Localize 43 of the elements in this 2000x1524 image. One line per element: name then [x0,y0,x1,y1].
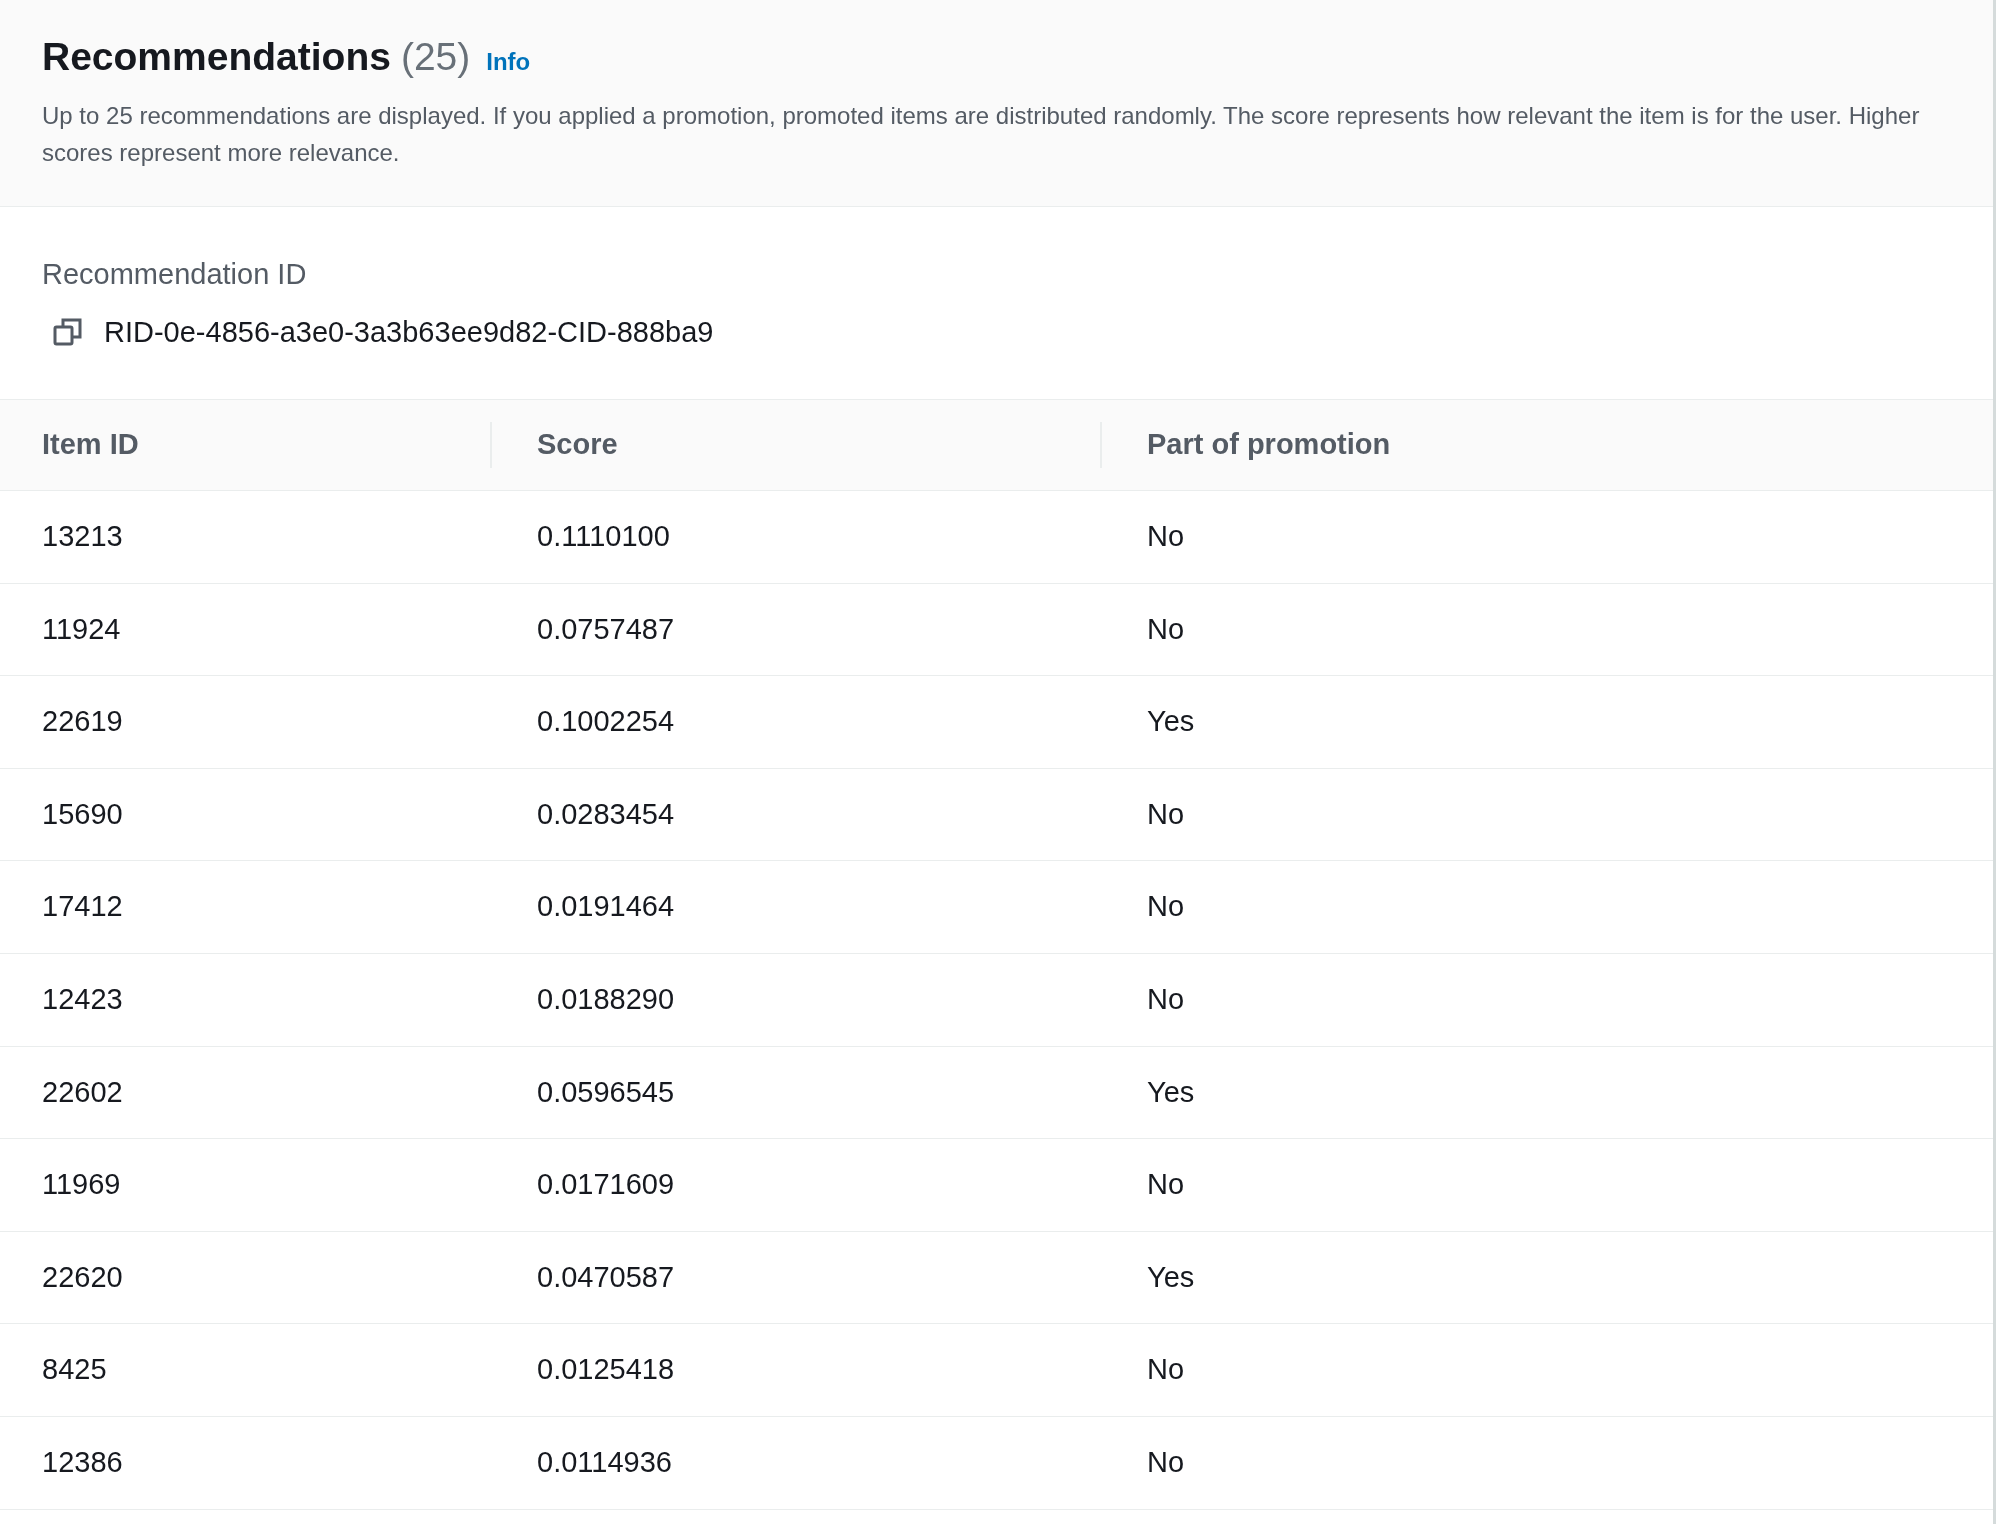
recommendation-id-value: RID-0e-4856-a3e0-3a3b63ee9d82-CID-888ba9 [104,314,714,350]
recommendation-count: (25) [400,34,471,80]
table-cell: 0.0283454 [537,797,675,830]
table-cell: 8425 [42,1353,107,1386]
table-cell: 0.0125418 [537,1353,675,1386]
table-cell: No [1147,612,1185,645]
copy-icon[interactable] [52,316,84,349]
table-cell: 15690 [42,797,123,830]
table-cell: 0.0171609 [537,1168,675,1201]
table-cell: No [1147,1168,1185,1201]
column-header: Part of promotion [1147,427,1391,463]
table-cell: 12386 [42,1446,123,1478]
table-cell: Yes [1147,705,1195,738]
table-cell: 22602 [42,1075,123,1108]
table-cell: 0.1002254 [537,705,675,738]
table-cell: 11924 [42,612,121,645]
column-header: Score [537,427,618,463]
table-cell: 0.1110100 [537,520,670,553]
table-cell: No [1147,1353,1185,1386]
table-cell: 12423 [42,983,123,1015]
table-cell: No [1147,520,1185,553]
table-cell: No [1147,890,1185,923]
field-label: Recommendation ID [42,257,308,292]
table-cell: No [1147,797,1185,830]
table-cell: 0.0114936 [537,1446,672,1478]
table-cell: 22620 [42,1260,123,1293]
column-header: Item ID [42,427,139,463]
table-cell: 0.0596545 [537,1075,675,1108]
section-description: Up to 25 recommendations are displayed. If you applied a promotion, promoted items are distributed randomly. The score represents how relevant the item is for the user. Higher scores represent more relevance. [42,100,1921,168]
table-cell: No [1147,1446,1185,1478]
table-cell: 22619 [42,705,123,738]
table-cell: 0.0470587 [537,1260,675,1293]
table-cell: 0.0757487 [537,612,675,645]
table-cell: No [1147,983,1185,1015]
table-cell: Yes [1147,1075,1195,1108]
table-cell: 13213 [42,520,123,553]
table-cell: 11969 [42,1168,121,1201]
section-title: Recommendations [42,34,391,80]
info-link[interactable]: Info [486,44,531,80]
table-cell: Yes [1147,1260,1195,1293]
table-cell: 17412 [42,890,123,923]
table-cell: 0.0188290 [537,983,675,1015]
table-cell: 0.0191464 [537,890,675,923]
